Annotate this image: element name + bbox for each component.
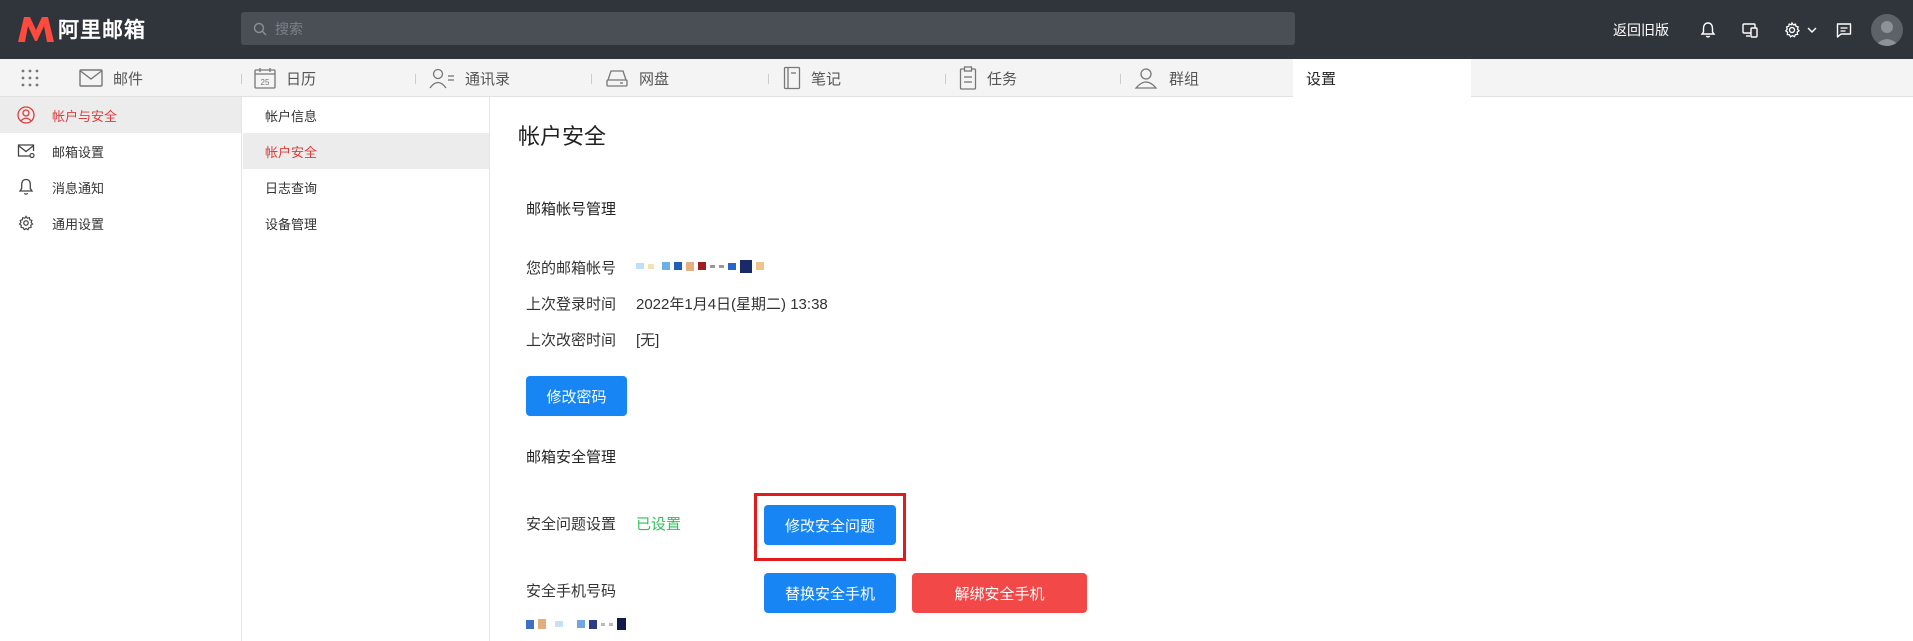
tab-notes[interactable]: 笔记 (783, 59, 841, 97)
unbind-security-phone-button[interactable]: 解绑安全手机 (912, 573, 1087, 613)
avatar[interactable] (1871, 13, 1903, 46)
redacted-account-value (636, 258, 764, 274)
tab-divider (768, 74, 769, 84)
settings-sidebar: 帐户与安全 邮箱设置 消息通知 通用设置 (0, 97, 242, 641)
tab-divider (241, 74, 242, 84)
search-input[interactable] (275, 20, 1175, 37)
logo-text: 阿里邮箱 (58, 19, 146, 42)
tab-label: 通讯录 (465, 70, 511, 88)
tab-settings[interactable]: 设置 (1293, 59, 1471, 97)
main-nav: 邮件 25 日历 通讯录 网盘 笔记 任务 群组 设置 (0, 59, 1913, 97)
security-phone-label: 安全手机号码 (526, 583, 617, 600)
search-bar[interactable] (241, 12, 1295, 45)
chevron-down-icon[interactable] (1807, 19, 1817, 41)
subnav-item-account-info[interactable]: 帐户信息 (243, 97, 489, 133)
bell-icon[interactable] (1697, 19, 1719, 41)
tab-tasks[interactable]: 任务 (959, 59, 1017, 97)
sidebar-item-label: 邮箱设置 (52, 144, 105, 160)
note-icon (783, 66, 801, 90)
redacted-phone-value (526, 616, 626, 632)
tab-label: 任务 (987, 70, 1018, 88)
tab-label: 笔记 (811, 70, 842, 88)
security-question-status: 已设置 (636, 516, 682, 533)
subnav-item-log-query[interactable]: 日志查询 (243, 169, 489, 205)
sidebar-item-general-settings[interactable]: 通用设置 (0, 205, 241, 241)
back-to-old-version-link[interactable]: 返回旧版 (1613, 20, 1669, 40)
subnav-item-account-security[interactable]: 帐户安全 (243, 133, 489, 169)
app-grid-icon[interactable] (20, 68, 40, 88)
sidebar-item-label: 通用设置 (52, 216, 105, 232)
tab-divider (415, 74, 416, 84)
account-section-heading: 邮箱帐号管理 (526, 201, 617, 218)
tab-label: 邮件 (113, 70, 144, 88)
tab-drive[interactable]: 网盘 (605, 59, 669, 97)
logo[interactable]: 阿里邮箱 (16, 14, 146, 44)
task-icon (959, 66, 977, 90)
last-password-change-label: 上次改密时间 (526, 332, 617, 349)
sidebar-item-notifications[interactable]: 消息通知 (0, 169, 241, 205)
bell-icon (17, 178, 35, 196)
account-subnav: 帐户信息 帐户安全 日志查询 设备管理 (243, 97, 490, 641)
top-header: 阿里邮箱 返回旧版 (0, 0, 1913, 59)
header-actions: 返回旧版 (1613, 0, 1913, 59)
replace-security-phone-button[interactable]: 替换安全手机 (764, 573, 896, 613)
tab-groups[interactable]: 群组 (1133, 59, 1199, 97)
sidebar-item-label: 帐户与安全 (52, 108, 118, 124)
message-icon[interactable] (1833, 19, 1855, 41)
user-circle-icon (17, 106, 35, 124)
main-content: 帐户安全 邮箱帐号管理 您的邮箱帐号 上次登录时间 2022年1月4日(星期二)… (491, 97, 1913, 641)
search-icon (253, 22, 267, 35)
sidebar-item-account-security[interactable]: 帐户与安全 (0, 97, 241, 133)
tab-divider (945, 74, 946, 84)
tab-label: 日历 (286, 70, 317, 88)
last-login-value: 2022年1月4日(星期二) 13:38 (636, 296, 828, 313)
account-label: 您的邮箱帐号 (526, 260, 617, 277)
tab-contacts[interactable]: 通讯录 (429, 59, 510, 97)
page-title: 帐户安全 (518, 124, 607, 149)
tab-mail[interactable]: 邮件 (79, 59, 143, 97)
last-password-change-value: [无] (636, 332, 660, 349)
tab-calendar[interactable]: 25 日历 (254, 59, 316, 97)
last-login-label: 上次登录时间 (526, 296, 617, 313)
tab-label: 群组 (1169, 70, 1200, 88)
mail-gear-icon (17, 142, 35, 160)
change-security-question-button[interactable]: 修改安全问题 (764, 505, 896, 545)
tab-label: 设置 (1306, 70, 1337, 88)
devices-icon[interactable] (1739, 19, 1761, 41)
logo-m-icon (18, 17, 54, 42)
calendar-icon: 25 (254, 67, 276, 89)
security-section-heading: 邮箱安全管理 (526, 449, 617, 466)
tab-divider (1120, 74, 1121, 84)
mail-icon (79, 69, 103, 87)
tab-divider (591, 74, 592, 84)
subnav-item-device-management[interactable]: 设备管理 (243, 205, 489, 241)
gear-icon[interactable] (1781, 19, 1803, 41)
tab-label: 网盘 (639, 70, 670, 88)
sidebar-item-mail-settings[interactable]: 邮箱设置 (0, 133, 241, 169)
drive-icon (605, 68, 629, 88)
group-icon (1133, 67, 1159, 89)
contacts-icon (429, 67, 455, 89)
sidebar-item-label: 消息通知 (52, 180, 105, 196)
gear-icon (17, 214, 35, 232)
svg-text:25: 25 (261, 78, 270, 87)
change-password-button[interactable]: 修改密码 (526, 376, 627, 416)
security-question-label: 安全问题设置 (526, 516, 617, 533)
